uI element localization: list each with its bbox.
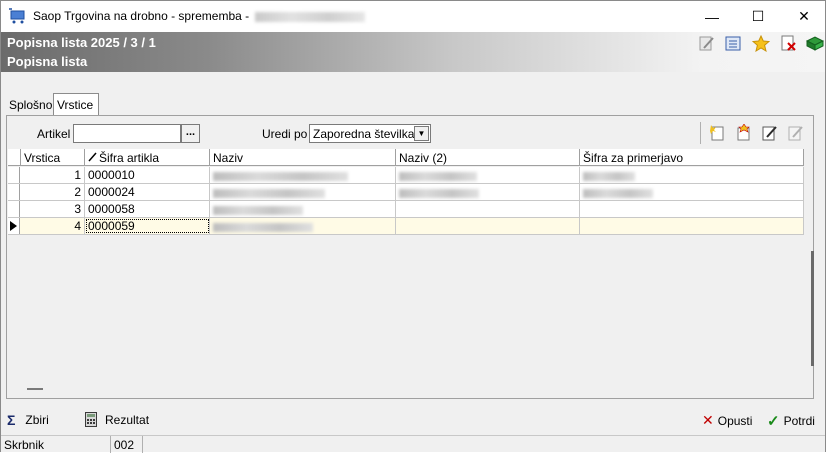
pencil-icon <box>88 152 97 162</box>
grid-header: Vrstica Šifra artikla Naziv Naziv (2) Ši… <box>8 149 804 166</box>
col-naziv[interactable]: Naziv <box>210 149 396 166</box>
artikel-browse-button[interactable]: ... <box>181 124 200 143</box>
minimize-button[interactable]: — <box>689 1 735 32</box>
insert-row-icon[interactable] <box>735 124 753 142</box>
cell-naziv-2[interactable] <box>396 167 580 183</box>
page-subtitle: Popisna lista <box>7 54 88 69</box>
calculator-icon <box>85 412 97 427</box>
window-title: Saop Trgovina na drobno - sprememba - <box>33 9 366 23</box>
col-naziv-2[interactable]: Naziv (2) <box>396 149 580 166</box>
cell-sifra-focused[interactable]: 0000059 <box>85 218 210 234</box>
cell-vrstica[interactable]: 4 <box>21 218 85 234</box>
redacted-text <box>399 172 477 182</box>
cell-sifra-primerjava[interactable] <box>580 218 804 234</box>
window-title-text: Saop Trgovina na drobno - sprememba - <box>33 9 250 23</box>
rows-grid[interactable]: Vrstica Šifra artikla Naziv Naziv (2) Ši… <box>8 149 804 381</box>
row-indicator[interactable] <box>8 184 20 200</box>
current-row-indicator[interactable] <box>8 218 20 234</box>
col-vrstica[interactable]: Vrstica <box>21 149 85 166</box>
vrstice-panel: Artikel ... Uredi po Zaporedna številka … <box>6 115 814 399</box>
cell-naziv[interactable] <box>210 201 396 217</box>
bottom-bar: Σ Zbiri Rezultat ✕ Opusti ✓ Potrdi <box>1 406 825 434</box>
checkmark-icon: ✓ <box>767 413 780 430</box>
toolbar-divider <box>700 122 701 144</box>
title-bar: Saop Trgovina na drobno - sprememba - — … <box>1 1 825 32</box>
cell-sifra[interactable]: 0000010 <box>85 167 210 183</box>
redacted-text <box>583 189 653 199</box>
uredi-po-value: Zaporedna številka <box>313 127 415 141</box>
status-user: Skrbnik <box>1 436 111 453</box>
shopping-cart-icon <box>9 8 25 24</box>
tab-splosno[interactable]: Splošno <box>6 96 55 115</box>
splitter-handle[interactable] <box>27 388 43 390</box>
tab-vrstice[interactable]: Vrstice <box>53 93 99 116</box>
opusti-label: Opusti <box>717 413 753 428</box>
table-row[interactable]: 2 0000024 <box>8 184 804 201</box>
new-row-icon[interactable] <box>709 124 727 142</box>
redacted-text <box>213 206 303 216</box>
cell-vrstica[interactable]: 2 <box>21 184 85 200</box>
row-indicator[interactable] <box>8 201 20 217</box>
opusti-button[interactable]: ✕ Opusti <box>702 412 752 429</box>
cell-naziv[interactable] <box>210 167 396 183</box>
cell-naziv[interactable] <box>210 184 396 200</box>
header-band: Popisna lista 2025 / 3 / 1 Popisna lista <box>1 32 825 72</box>
redacted-text <box>213 172 348 182</box>
header-indicator <box>8 149 21 166</box>
uredi-po-select[interactable]: Zaporedna številka ▼ <box>309 124 431 143</box>
zbiri-label: Zbiri <box>25 413 49 427</box>
close-button[interactable]: ✕ <box>781 1 826 32</box>
row-pointer-icon <box>10 221 17 231</box>
uredi-po-label: Uredi po <box>262 127 308 141</box>
delete-document-icon[interactable] <box>780 35 798 52</box>
potrdi-button[interactable]: ✓ Potrdi <box>767 412 815 430</box>
col-sifra-artikla-label: Šifra artikla <box>99 151 160 165</box>
cell-naziv[interactable] <box>210 218 396 234</box>
cell-sifra-primerjava[interactable] <box>580 167 804 183</box>
redacted-title <box>255 11 366 22</box>
redacted-text <box>583 172 635 182</box>
page-title: Popisna lista 2025 / 3 / 1 <box>7 35 156 50</box>
redacted-text <box>399 189 479 199</box>
book-exit-icon[interactable] <box>806 35 824 52</box>
sigma-icon: Σ <box>7 412 16 428</box>
table-row[interactable]: 3 0000058 <box>8 201 804 218</box>
main-window: Saop Trgovina na drobno - sprememba - — … <box>0 0 826 453</box>
zbiri-button[interactable]: Σ Zbiri <box>7 412 49 428</box>
edit-row-icon[interactable] <box>761 124 779 142</box>
cancel-x-icon: ✕ <box>702 412 714 428</box>
cell-sifra[interactable]: 0000058 <box>85 201 210 217</box>
favorite-star-icon[interactable] <box>752 35 770 52</box>
redacted-text <box>213 223 313 233</box>
table-row-selected[interactable]: 4 0000059 <box>8 218 804 235</box>
cell-vrstica[interactable]: 3 <box>21 201 85 217</box>
document-list-icon[interactable] <box>725 35 743 52</box>
maximize-button[interactable]: ☐ <box>735 1 781 32</box>
cell-sifra-primerjava[interactable] <box>580 201 804 217</box>
vertical-scrollbar[interactable] <box>811 251 814 366</box>
table-row[interactable]: 1 0000010 <box>8 167 804 184</box>
col-sifra-artikla[interactable]: Šifra artikla <box>85 149 210 166</box>
delete-row-icon[interactable] <box>787 124 805 142</box>
row-indicator[interactable] <box>8 167 20 183</box>
edit-note-icon[interactable] <box>698 35 716 52</box>
rezultat-label: Rezultat <box>105 412 150 427</box>
cell-vrstica[interactable]: 1 <box>21 167 85 183</box>
cell-sifra[interactable]: 0000024 <box>85 184 210 200</box>
status-code: 002 <box>111 436 143 453</box>
status-bar: Skrbnik 002 <box>1 435 825 453</box>
rezultat-button[interactable]: Rezultat <box>85 412 149 427</box>
artikel-input[interactable] <box>73 124 181 143</box>
cell-naziv-2[interactable] <box>396 218 580 234</box>
artikel-label: Artikel <box>37 127 71 141</box>
potrdi-label: Potrdi <box>783 414 815 428</box>
col-sifra-za-primerjavo[interactable]: Šifra za primerjavo <box>580 149 804 166</box>
cell-naziv-2[interactable] <box>396 184 580 200</box>
cell-sifra-primerjava[interactable] <box>580 184 804 200</box>
chevron-down-icon[interactable]: ▼ <box>414 126 429 141</box>
redacted-text <box>213 189 325 199</box>
cell-naziv-2[interactable] <box>396 201 580 217</box>
